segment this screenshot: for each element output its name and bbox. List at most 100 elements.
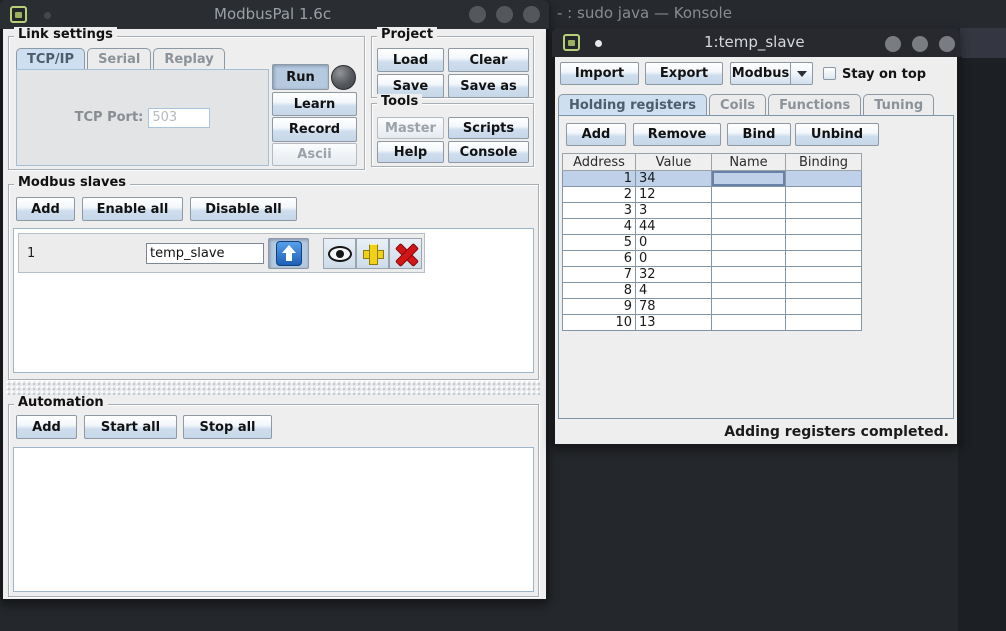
register-row[interactable]: 84	[562, 283, 862, 299]
slave-enabled-toggle[interactable]	[268, 238, 309, 269]
konsole-titlebar[interactable]: - : sudo java — Konsole	[551, 0, 1006, 28]
register-cell-name[interactable]	[712, 315, 786, 331]
close-button[interactable]	[523, 6, 540, 23]
register-cell-name[interactable]	[712, 171, 786, 187]
record-button[interactable]: Record	[272, 117, 357, 142]
register-cell-name[interactable]	[712, 267, 786, 283]
tab-coils[interactable]: Coils	[709, 94, 766, 116]
dialog-minimize-button[interactable]	[885, 36, 901, 52]
import-button[interactable]: Import	[560, 62, 639, 85]
register-cell-name[interactable]	[712, 219, 786, 235]
register-cell-address[interactable]: 6	[562, 251, 636, 267]
register-cell-address[interactable]: 9	[562, 299, 636, 315]
register-cell-value[interactable]: 34	[636, 171, 712, 187]
export-button[interactable]: Export	[645, 62, 723, 85]
slave-dialog-titlebar[interactable]: 1:temp_slave	[552, 28, 960, 57]
tcp-port-input[interactable]	[148, 108, 210, 128]
column-header-name[interactable]: Name	[712, 153, 786, 171]
add-register-button[interactable]: Add	[566, 123, 626, 146]
register-cell-name[interactable]	[712, 299, 786, 315]
stay-on-top-checkbox[interactable]	[823, 67, 836, 80]
modbuspal-titlebar[interactable]: ModbusPal 1.6c	[0, 0, 549, 29]
column-header-address[interactable]: Address	[562, 153, 636, 171]
add-slave-button[interactable]: Add	[16, 197, 75, 221]
start-all-button[interactable]: Start all	[84, 415, 177, 439]
register-cell-address[interactable]: 7	[562, 267, 636, 283]
register-cell-binding[interactable]	[786, 219, 862, 235]
register-cell-name[interactable]	[712, 283, 786, 299]
tab-serial[interactable]: Serial	[87, 48, 151, 70]
minimize-button[interactable]	[469, 6, 486, 23]
register-cell-value[interactable]: 4	[636, 283, 712, 299]
maximize-button[interactable]	[496, 6, 513, 23]
register-cell-address[interactable]: 1	[562, 171, 636, 187]
automation-list[interactable]	[13, 447, 534, 592]
register-cell-value[interactable]: 3	[636, 203, 712, 219]
enable-all-button[interactable]: Enable all	[82, 197, 183, 221]
register-cell-binding[interactable]	[786, 267, 862, 283]
slave-list[interactable]: 1	[13, 228, 534, 373]
dialog-close-button[interactable]	[939, 36, 955, 52]
tab-tuning[interactable]: Tuning	[863, 94, 934, 116]
splitpane-divider[interactable]	[6, 381, 541, 395]
register-cell-address[interactable]: 8	[562, 283, 636, 299]
clear-button[interactable]: Clear	[448, 48, 529, 72]
register-cell-binding[interactable]	[786, 203, 862, 219]
register-cell-name[interactable]	[712, 203, 786, 219]
tab-replay[interactable]: Replay	[153, 48, 224, 70]
register-cell-value[interactable]: 12	[636, 187, 712, 203]
register-row[interactable]: 444	[562, 219, 862, 235]
register-cell-binding[interactable]	[786, 171, 862, 187]
register-cell-address[interactable]: 3	[562, 203, 636, 219]
window-pin-icon[interactable]	[44, 12, 51, 19]
add-automation-button[interactable]: Add	[16, 415, 77, 439]
bind-button[interactable]: Bind	[727, 123, 791, 146]
register-cell-binding[interactable]	[786, 235, 862, 251]
register-row[interactable]: 134	[562, 171, 862, 187]
register-cell-binding[interactable]	[786, 251, 862, 267]
register-cell-value[interactable]: 44	[636, 219, 712, 235]
register-cell-name[interactable]	[712, 251, 786, 267]
tab-functions[interactable]: Functions	[768, 94, 861, 116]
register-row[interactable]: 1013	[562, 315, 862, 331]
scripts-button[interactable]: Scripts	[448, 117, 529, 139]
dialog-maximize-button[interactable]	[912, 36, 928, 52]
slave-name-input[interactable]	[146, 243, 264, 264]
learn-button[interactable]: Learn	[272, 92, 357, 116]
slave-row[interactable]: 1	[18, 233, 425, 273]
save-as-button[interactable]: Save as	[448, 74, 529, 98]
register-cell-address[interactable]: 10	[562, 315, 636, 331]
view-slave-button[interactable]	[323, 238, 356, 269]
mode-select[interactable]: Modbus	[730, 62, 813, 85]
register-cell-name[interactable]	[712, 235, 786, 251]
register-row[interactable]: 212	[562, 187, 862, 203]
register-cell-value[interactable]: 78	[636, 299, 712, 315]
register-row[interactable]: 978	[562, 299, 862, 315]
register-cell-binding[interactable]	[786, 283, 862, 299]
column-header-value[interactable]: Value	[636, 153, 712, 171]
registers-table[interactable]: AddressValueNameBinding 1342123344450607…	[562, 153, 862, 331]
register-cell-value[interactable]: 32	[636, 267, 712, 283]
register-cell-binding[interactable]	[786, 187, 862, 203]
register-row[interactable]: 50	[562, 235, 862, 251]
register-cell-binding[interactable]	[786, 299, 862, 315]
register-cell-address[interactable]: 5	[562, 235, 636, 251]
register-cell-address[interactable]: 4	[562, 219, 636, 235]
unbind-button[interactable]: Unbind	[795, 123, 879, 146]
register-cell-value[interactable]: 13	[636, 315, 712, 331]
register-cell-name[interactable]	[712, 187, 786, 203]
column-header-binding[interactable]: Binding	[786, 153, 862, 171]
register-cell-value[interactable]: 0	[636, 235, 712, 251]
register-row[interactable]: 732	[562, 267, 862, 283]
duplicate-slave-button[interactable]	[356, 238, 389, 269]
stop-all-button[interactable]: Stop all	[183, 415, 272, 439]
registers-table-header[interactable]: AddressValueNameBinding	[562, 153, 862, 171]
window-menu-icon[interactable]	[10, 6, 27, 23]
delete-slave-button[interactable]	[389, 238, 422, 269]
console-button[interactable]: Console	[448, 141, 529, 163]
remove-register-button[interactable]: Remove	[633, 123, 721, 146]
help-button[interactable]: Help	[377, 141, 444, 163]
register-cell-binding[interactable]	[786, 315, 862, 331]
load-button[interactable]: Load	[377, 48, 444, 72]
dialog-menu-icon[interactable]	[563, 34, 580, 51]
